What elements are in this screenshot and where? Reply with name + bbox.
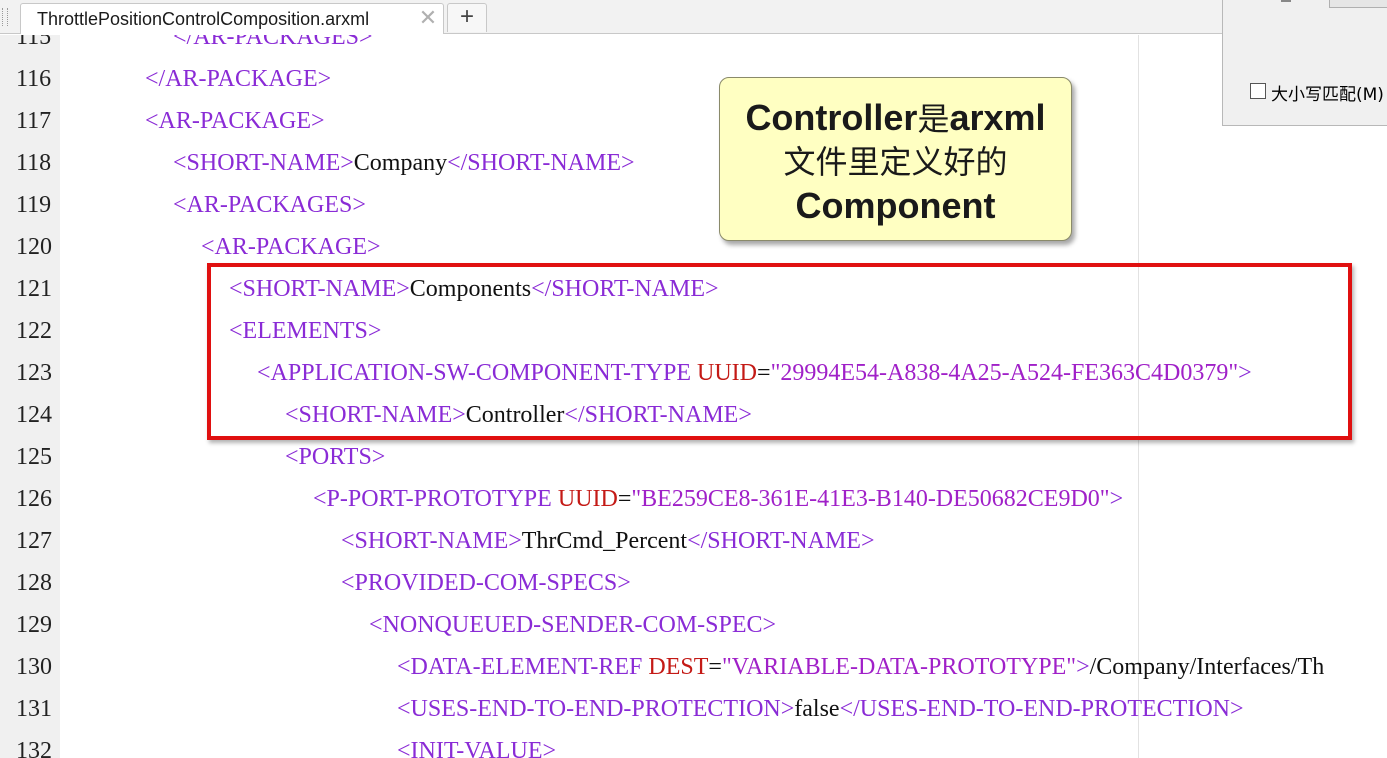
line-number: 120	[16, 234, 52, 260]
line-number: 131	[16, 696, 52, 722]
line-number: 115	[16, 35, 52, 50]
code-text: <AR-PACKAGES>	[173, 185, 366, 225]
code-text: <P-PORT-PROTOTYPE UUID="BE259CE8-361E-41…	[313, 479, 1123, 519]
line-number: 121	[16, 276, 52, 302]
code-token-tag: <SHORT-NAME>	[341, 528, 522, 554]
code-token-tag: </AR-PACKAGE>	[145, 66, 332, 92]
code-text: <AR-PACKAGE>	[201, 227, 381, 267]
code-token-tag: <PORTS>	[285, 444, 386, 470]
close-icon[interactable]: ✕	[418, 7, 438, 29]
code-token-tag: </AR-PACKAGES>	[173, 35, 373, 50]
line-number: 129	[16, 612, 52, 638]
code-text: <PROVIDED-COM-SPECS>	[341, 563, 631, 603]
code-token-tag: </SHORT-NAME>	[687, 528, 875, 554]
code-text: </AR-PACKAGES>	[173, 35, 373, 57]
callout-line-1: Controller是arxml	[720, 96, 1071, 141]
code-text: <SHORT-NAME>ThrCmd_Percent</SHORT-NAME>	[341, 521, 875, 561]
line-number: 130	[16, 654, 52, 680]
code-token-tag: <NONQUEUED-SENDER-COM-SPEC>	[369, 612, 777, 638]
annotation-callout: Controller是arxml 文件里定义好的 Component	[719, 77, 1072, 241]
new-tab-button[interactable]: +	[447, 3, 487, 32]
callout-text-arxml: arxml	[949, 97, 1046, 138]
code-text: <DATA-ELEMENT-REF DEST="VARIABLE-DATA-PR…	[397, 647, 1324, 687]
code-token-tag: <AR-PACKAGE>	[201, 234, 381, 260]
code-token-tag: <P-PORT-PROTOTYPE	[313, 486, 558, 512]
code-token-attr: DEST	[648, 654, 709, 680]
line-number: 126	[16, 486, 52, 512]
code-text: <NONQUEUED-SENDER-COM-SPEC>	[369, 605, 776, 645]
line-number: 116	[16, 66, 52, 92]
code-token-tag: >	[1076, 654, 1090, 680]
code-text: <AR-PACKAGE>	[145, 101, 325, 141]
line-number: 125	[16, 444, 52, 470]
code-token-tag: </USES-END-TO-END-PROTECTION>	[839, 696, 1244, 722]
code-token-txt: /Company/Interfaces/Th	[1089, 654, 1325, 680]
code-token-tag: <PROVIDED-COM-SPECS>	[341, 570, 631, 596]
line-number: 117	[16, 108, 52, 134]
line-number: 119	[16, 192, 52, 218]
code-text: <SHORT-NAME>Company</SHORT-NAME>	[173, 143, 635, 183]
line-number: 118	[16, 150, 52, 176]
line-number: 122	[16, 318, 52, 344]
code-text: <PORTS>	[285, 437, 385, 477]
tab-bar-grip[interactable]	[2, 8, 8, 26]
code-token-attr: UUID	[557, 486, 618, 512]
code-token-val: "VARIABLE-DATA-PROTOTYPE"	[721, 654, 1077, 680]
code-token-val: "BE259CE8-361E-41E3-B140-DE50682CE9D0"	[631, 486, 1110, 512]
code-token-tag: >	[1109, 486, 1124, 512]
dialog-separator	[1281, 0, 1291, 2]
code-token-eq: =	[708, 654, 722, 680]
line-number: 128	[16, 570, 52, 596]
highlight-box	[207, 263, 1352, 440]
code-token-tag: <AR-PACKAGES>	[173, 192, 366, 218]
line-number: 127	[16, 528, 52, 554]
callout-line-2: 文件里定义好的	[783, 143, 1008, 181]
tab-file[interactable]: ThrottlePositionControlComposition.arxml…	[20, 3, 444, 34]
code-token-tag: <AR-PACKAGE>	[145, 108, 325, 134]
callout-text-controller: Controller	[745, 97, 918, 138]
code-token-tag: </SHORT-NAME>	[447, 150, 635, 176]
tab-title: ThrottlePositionControlComposition.arxml	[37, 9, 370, 29]
code-token-tag: <INIT-VALUE>	[397, 738, 557, 758]
find-dialog-field[interactable]	[1329, 0, 1387, 8]
code-token-txt: false	[794, 696, 840, 722]
match-case-label: 大小写匹配(M)	[1271, 85, 1384, 105]
code-text: <USES-END-TO-END-PROTECTION>false</USES-…	[397, 689, 1244, 729]
code-token-tag: <DATA-ELEMENT-REF	[397, 654, 649, 680]
match-case-checkbox[interactable]	[1250, 83, 1266, 99]
callout-line-3: Component	[795, 185, 996, 226]
line-number: 123	[16, 360, 52, 386]
line-number: 132	[16, 738, 52, 758]
code-token-txt: ThrCmd_Percent	[521, 528, 688, 554]
code-token-tag: <SHORT-NAME>	[173, 150, 354, 176]
code-text: <INIT-VALUE>	[397, 731, 556, 758]
code-token-eq: =	[617, 486, 632, 512]
code-text: </AR-PACKAGE>	[145, 59, 331, 99]
code-token-txt: Company	[353, 150, 448, 176]
line-number: 124	[16, 402, 52, 428]
callout-text-shi: 是	[917, 100, 950, 138]
find-dialog: 大小写匹配(M)	[1222, 0, 1387, 126]
code-token-tag: <USES-END-TO-END-PROTECTION>	[397, 696, 795, 722]
tab-bar: ThrottlePositionControlComposition.arxml…	[0, 0, 1387, 34]
